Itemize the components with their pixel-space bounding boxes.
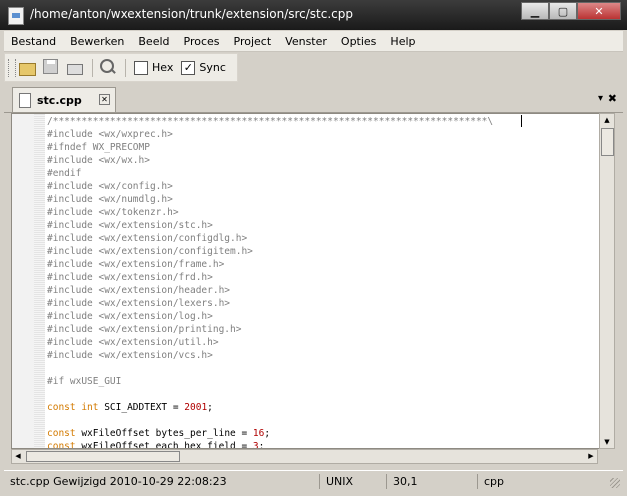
- toolbar: Hex ✓ Sync: [4, 53, 238, 82]
- menu-bewerken[interactable]: Bewerken: [63, 35, 131, 48]
- menu-proces[interactable]: Proces: [177, 35, 227, 48]
- code-line[interactable]: #include <wx/wx.h>: [47, 154, 493, 167]
- scroll-down-icon[interactable]: ▼: [601, 436, 613, 448]
- open-icon: [19, 62, 36, 76]
- code-editor[interactable]: /***************************************…: [11, 113, 600, 449]
- close-button[interactable]: ✕: [577, 2, 621, 20]
- scroll-left-icon[interactable]: ◀: [12, 450, 24, 462]
- app-icon: [8, 7, 24, 25]
- code-line[interactable]: const wxFileOffset bytes_per_line = 16;: [47, 427, 493, 440]
- window-title: /home/anton/wxextension/trunk/extension/…: [30, 7, 353, 21]
- title-bar[interactable]: /home/anton/wxextension/trunk/extension/…: [0, 0, 627, 30]
- code-token: const: [47, 441, 82, 449]
- menu-bar: Bestand Bewerken Beeld Proces Project Ve…: [4, 31, 623, 52]
- menu-help[interactable]: Help: [383, 35, 422, 48]
- status-lexer[interactable]: cpp: [477, 473, 594, 489]
- code-token: const int: [47, 402, 105, 413]
- code-line[interactable]: #include <wx/extension/printing.h>: [47, 323, 493, 336]
- toolbar-grip[interactable]: [8, 58, 16, 77]
- code-line[interactable]: #include <wx/wxprec.h>: [47, 128, 493, 141]
- toolbar-separator: [125, 58, 126, 77]
- find-button[interactable]: [100, 58, 118, 77]
- file-icon: [19, 92, 31, 108]
- print-button[interactable]: [67, 59, 85, 77]
- code-line[interactable]: #include <wx/extension/frd.h>: [47, 271, 493, 284]
- code-text[interactable]: /***************************************…: [47, 115, 493, 449]
- save-button[interactable]: [43, 58, 61, 77]
- scroll-up-icon[interactable]: ▲: [601, 114, 613, 126]
- notebook-tabs: stc.cpp ✕ ▾ ✖: [4, 86, 623, 113]
- status-eol[interactable]: UNIX: [319, 473, 386, 489]
- tab-list-icon[interactable]: ▾: [598, 93, 603, 104]
- main-window: /home/anton/wxextension/trunk/extension/…: [0, 0, 627, 496]
- menu-venster[interactable]: Venster: [278, 35, 334, 48]
- hex-label: Hex: [152, 61, 174, 74]
- code-line[interactable]: const int SCI_ADDTEXT = 2001;: [47, 401, 493, 414]
- tab-close-icon[interactable]: ✕: [99, 94, 110, 105]
- code-line[interactable]: #include <wx/extension/configitem.h>: [47, 245, 493, 258]
- code-token: SCI_ADDTEXT =: [104, 402, 185, 413]
- print-icon: [67, 63, 83, 75]
- code-token: const: [47, 428, 82, 439]
- code-line[interactable]: #ifndef WX_PRECOMP: [47, 141, 493, 154]
- minimize-button[interactable]: ▁: [521, 2, 549, 20]
- menu-project[interactable]: Project: [227, 35, 279, 48]
- code-token: 16: [252, 428, 265, 439]
- code-line[interactable]: #include <wx/extension/lexers.h>: [47, 297, 493, 310]
- edge-marker: [521, 115, 522, 127]
- vertical-scroll-thumb[interactable]: [601, 128, 614, 156]
- hex-checkbox[interactable]: [134, 60, 148, 75]
- code-line[interactable]: const wxFileOffset each_hex_field = 3;: [47, 440, 493, 449]
- code-line[interactable]: #include <wx/extension/log.h>: [47, 310, 493, 323]
- code-line[interactable]: #include <wx/config.h>: [47, 180, 493, 193]
- code-token: wxFileOffset bytes_per_line =: [81, 428, 253, 439]
- toolbar-separator: [92, 58, 93, 77]
- code-line[interactable]: #include <wx/extension/configdlg.h>: [47, 232, 493, 245]
- horizontal-scroll-thumb[interactable]: [26, 451, 180, 462]
- code-token: ;: [264, 428, 271, 439]
- code-token: ;: [258, 441, 265, 449]
- code-line[interactable]: #include <wx/extension/util.h>: [47, 336, 493, 349]
- status-bar: stc.cpp Gewijzigd 2010-10-29 22:08:23 UN…: [4, 470, 623, 491]
- scroll-right-icon[interactable]: ▶: [585, 450, 597, 462]
- menu-opties[interactable]: Opties: [334, 35, 384, 48]
- code-line[interactable]: #endif: [47, 167, 493, 180]
- find-icon: [100, 58, 114, 73]
- sync-label: Sync: [199, 61, 226, 74]
- resize-grip[interactable]: [610, 478, 620, 488]
- menu-bestand[interactable]: Bestand: [4, 35, 63, 48]
- code-token: wxFileOffset each_hex_field =: [81, 441, 253, 449]
- sync-checkbox[interactable]: ✓: [181, 60, 196, 75]
- tab-stc-cpp[interactable]: stc.cpp ✕: [12, 87, 116, 112]
- code-token: 2001: [184, 402, 208, 413]
- code-line[interactable]: #include <wx/extension/stc.h>: [47, 219, 493, 232]
- code-line[interactable]: [47, 414, 493, 427]
- code-line[interactable]: #include <wx/extension/header.h>: [47, 284, 493, 297]
- save-icon: [43, 58, 58, 74]
- code-line[interactable]: #include <wx/tokenzr.h>: [47, 206, 493, 219]
- window-controls: ▁ ▢ ✕: [521, 2, 621, 20]
- code-line[interactable]: [47, 388, 493, 401]
- status-message: stc.cpp Gewijzigd 2010-10-29 22:08:23: [10, 474, 227, 488]
- close-all-icon[interactable]: ✖: [608, 92, 617, 105]
- open-button[interactable]: [19, 59, 37, 77]
- code-line[interactable]: #include <wx/numdlg.h>: [47, 193, 493, 206]
- maximize-button[interactable]: ▢: [549, 2, 577, 20]
- code-line[interactable]: [47, 362, 493, 375]
- code-line[interactable]: #include <wx/extension/vcs.h>: [47, 349, 493, 362]
- fold-margin[interactable]: [34, 114, 45, 448]
- code-line[interactable]: /***************************************…: [47, 115, 493, 128]
- code-line[interactable]: #include <wx/extension/frame.h>: [47, 258, 493, 271]
- vertical-scrollbar[interactable]: ▲ ▼: [599, 113, 615, 449]
- horizontal-scrollbar[interactable]: ◀ ▶: [11, 449, 598, 464]
- menu-beeld[interactable]: Beeld: [131, 35, 176, 48]
- status-position[interactable]: 30,1: [386, 473, 477, 489]
- tab-label: stc.cpp: [37, 93, 82, 107]
- code-line[interactable]: #if wxUSE_GUI: [47, 375, 493, 388]
- code-token: ;: [207, 402, 213, 413]
